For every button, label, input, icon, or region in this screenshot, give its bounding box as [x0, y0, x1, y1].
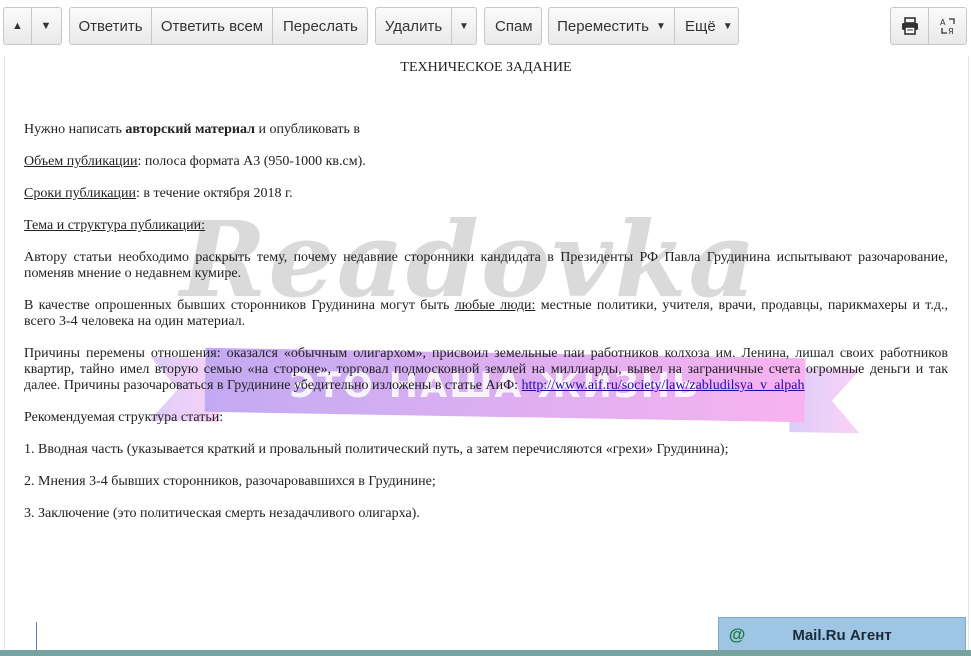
topic-heading: Тема и структура публикации:	[24, 218, 948, 234]
printer-icon	[901, 17, 918, 35]
forward-button[interactable]: Переслать	[273, 8, 367, 44]
reply-group: Ответить Ответить всем Переслать	[69, 7, 368, 45]
topic-paragraph: Автору статьи необходимо раскрыть тему, …	[24, 250, 948, 281]
dropdown-arrow-icon: ▼	[459, 20, 469, 32]
previous-message-button[interactable]: ▲	[4, 8, 32, 44]
mailru-agent-bar[interactable]: @ Mail.Ru Агент	[718, 617, 966, 652]
topic-label: Тема и структура публикации:	[24, 218, 206, 233]
intro-suffix: и опубликовать в	[254, 122, 360, 137]
move-group: Переместить ▼ Ещё ▼	[548, 7, 739, 45]
translate-icon: A Я	[940, 18, 955, 36]
move-button[interactable]: Переместить ▼	[549, 8, 675, 44]
intro-bold: авторский материал	[125, 122, 255, 137]
move-label: Переместить	[557, 17, 649, 35]
next-message-button[interactable]: ▼	[32, 8, 60, 44]
navigation-group: ▲ ▼	[3, 7, 62, 45]
bottom-status-bar	[0, 650, 971, 656]
terms-label: Сроки публикации	[24, 186, 136, 201]
respondents-underlined: любые люди:	[454, 298, 536, 313]
structure-item: 3. Заключение (это политическая смерть н…	[24, 506, 420, 521]
terms-line: Сроки публикации: в течение октября 2018…	[24, 186, 948, 202]
structure-heading: Рекомендуемая структура статьи:	[24, 410, 224, 425]
spam-group: Спам	[484, 7, 542, 45]
chevron-down-icon: ▼	[656, 20, 666, 32]
more-button[interactable]: Ещё ▼	[675, 8, 738, 44]
agent-label: Mail.Ru Агент	[792, 626, 892, 644]
terms-text: : в течение октября 2018 г.	[135, 186, 293, 201]
reasons-text: Причины перемены отношения: оказался «об…	[24, 346, 948, 393]
volume-label: Объем публикации	[24, 154, 138, 169]
spam-button[interactable]: Спам	[485, 8, 541, 44]
volume-text: : полоса формата А3 (950-1000 кв.см).	[137, 154, 366, 169]
reasons-paragraph: Причины перемены отношения: оказался «об…	[24, 346, 948, 394]
svg-text:A: A	[940, 18, 946, 27]
at-sign-icon: @	[728, 625, 746, 644]
more-label: Ещё	[685, 17, 716, 35]
delete-group: Удалить ▼	[375, 7, 477, 45]
structure-item: 1. Вводная часть (указывается краткий и …	[24, 442, 729, 457]
delete-options-button[interactable]: ▼	[452, 8, 476, 44]
aif-article-link[interactable]: http://www.aif.ru/society/law/zabludilsy…	[522, 378, 805, 393]
utility-group: A Я	[890, 7, 967, 45]
volume-line: Объем публикации: полоса формата А3 (950…	[24, 154, 948, 170]
text-cursor	[36, 622, 37, 652]
respondents-prefix: В качестве опрошенных бывших сторонников…	[24, 298, 455, 313]
reply-button[interactable]: Ответить	[70, 8, 152, 44]
delete-button[interactable]: Удалить	[376, 8, 452, 44]
chevron-down-icon: ▼	[722, 20, 733, 32]
mail-toolbar: ▲ ▼ Ответить Ответить всем Переслать Уда…	[0, 0, 971, 55]
letter-title: ТЕХНИЧЕСКОЕ ЗАДАНИЕ	[400, 60, 572, 75]
intro-prefix: Нужно написать	[24, 122, 126, 137]
triangle-down-icon: ▼	[40, 20, 52, 32]
svg-text:Я: Я	[948, 27, 954, 36]
structure-item: 2. Мнения 3-4 бывших сторонников, разоча…	[24, 474, 436, 489]
letter-content: ТЕХНИЧЕСКОЕ ЗАДАНИЕ Нужно написать автор…	[24, 60, 948, 538]
respondents-paragraph: В качестве опрошенных бывших сторонников…	[24, 298, 948, 330]
triangle-up-icon: ▲	[12, 20, 23, 32]
letter-intro: Нужно написать авторский материал и опуб…	[24, 122, 948, 138]
print-button[interactable]	[891, 8, 929, 44]
translate-button[interactable]: A Я	[929, 8, 966, 44]
reply-all-button[interactable]: Ответить всем	[152, 8, 273, 44]
